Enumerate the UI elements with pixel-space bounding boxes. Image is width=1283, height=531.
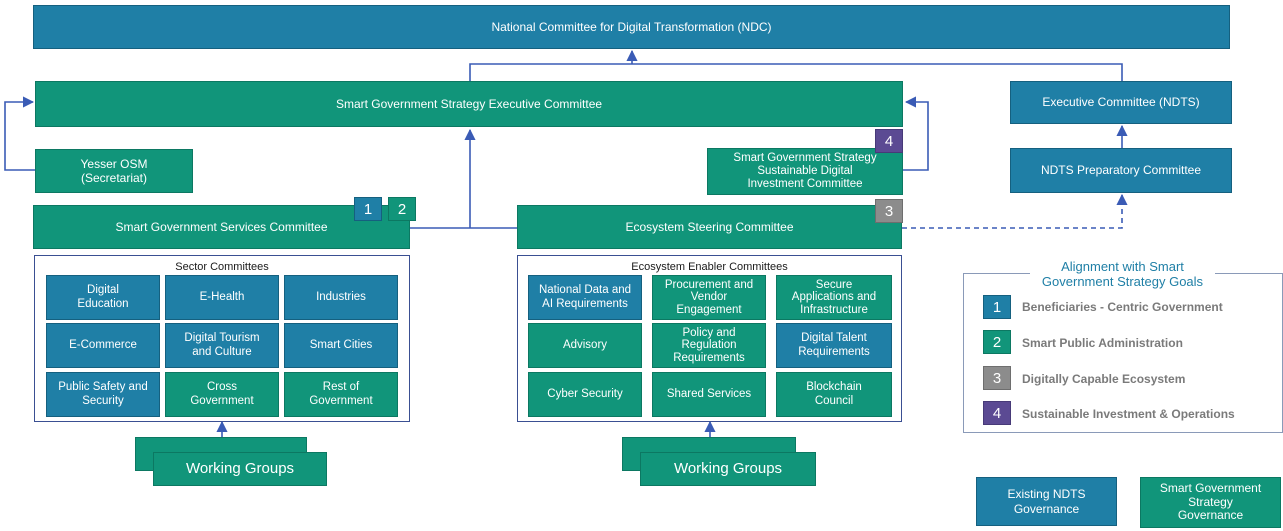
sector-smart-cities: Smart Cities xyxy=(284,323,398,368)
goal-2-badge: 2 xyxy=(983,330,1011,354)
working-groups-right: Working Groups xyxy=(640,452,816,486)
enabler-digital-talent: Digital Talent Requirements xyxy=(776,323,892,368)
ndts-prep-label: NDTS Preparatory Committee xyxy=(1040,163,1202,178)
ndc-box: National Committee for Digital Transform… xyxy=(33,5,1230,49)
ndts-prep-box: NDTS Preparatory Committee xyxy=(1010,148,1232,193)
enabler-policy: Policy and Regulation Requirements xyxy=(652,323,766,368)
badge-2: 2 xyxy=(388,197,416,221)
badge-1: 1 xyxy=(354,197,382,221)
enabler-shared-services: Shared Services xyxy=(652,372,766,417)
sector-committees-title: Sector Committees xyxy=(175,261,269,273)
sg-exec-box: Smart Government Strategy Executive Comm… xyxy=(35,81,903,127)
ndc-label: National Committee for Digital Transform… xyxy=(491,19,772,34)
goal-2-label: Smart Public Administration xyxy=(1022,336,1183,350)
sector-industries: Industries xyxy=(284,275,398,320)
sector-e-commerce: E-Commerce xyxy=(46,323,160,368)
enabler-cyber-security: Cyber Security xyxy=(528,372,642,417)
ecosystem-label: Ecosystem Steering Committee xyxy=(625,219,794,234)
services-label: Smart Government Services Committee xyxy=(115,219,328,234)
goal-4-badge: 4 xyxy=(983,401,1011,425)
ecosystem-box: Ecosystem Steering Committee xyxy=(517,205,902,249)
sector-public-safety: Public Safety and Security xyxy=(46,372,160,417)
yesser-box: Yesser OSM (Secretariat) xyxy=(35,149,193,193)
enabler-blockchain: Blockchain Council xyxy=(776,372,892,417)
goal-3-label: Digitally Capable Ecosystem xyxy=(1022,372,1186,386)
ndts-exec-label: Executive Committee (NDTS) xyxy=(1042,95,1200,110)
goal-1-badge: 1 xyxy=(983,295,1011,319)
sector-cross-government: Cross Government xyxy=(165,372,279,417)
goal-4-label: Sustainable Investment & Operations xyxy=(1022,407,1235,421)
goal-3-badge: 3 xyxy=(983,366,1011,390)
legend-existing-ndts: Existing NDTS Governance xyxy=(976,477,1117,526)
sector-digital-education: Digital Education xyxy=(46,275,160,320)
sector-digital-tourism: Digital Tourism and Culture xyxy=(165,323,279,368)
enabler-procurement: Procurement and Vendor Engagement xyxy=(652,275,766,320)
enabler-advisory: Advisory xyxy=(528,323,642,368)
ndts-exec-box: Executive Committee (NDTS) xyxy=(1010,81,1232,124)
sg-exec-label: Smart Government Strategy Executive Comm… xyxy=(335,96,603,111)
badge-3: 3 xyxy=(875,199,903,223)
alignment-title: Alignment with Smart Government Strategy… xyxy=(1030,259,1215,290)
enabler-secure-applications: Secure Applications and Infrastructure xyxy=(776,275,892,320)
sector-rest-of-government: Rest of Government xyxy=(284,372,398,417)
legend-smart-government: Smart Government Strategy Governance xyxy=(1140,477,1281,528)
investment-label: Smart Government Strategy Sustainable Di… xyxy=(733,152,877,190)
working-groups-left: Working Groups xyxy=(153,452,327,486)
investment-box: Smart Government Strategy Sustainable Di… xyxy=(707,148,903,195)
enabler-committees-title: Ecosystem Enabler Committees xyxy=(631,261,788,273)
goal-1-label: Beneficiaries - Centric Government xyxy=(1022,300,1223,314)
sector-e-health: E-Health xyxy=(165,275,279,320)
enabler-national-data: National Data and AI Requirements xyxy=(528,275,642,320)
yesser-label: Yesser OSM (Secretariat) xyxy=(80,156,148,185)
badge-4: 4 xyxy=(875,129,903,153)
